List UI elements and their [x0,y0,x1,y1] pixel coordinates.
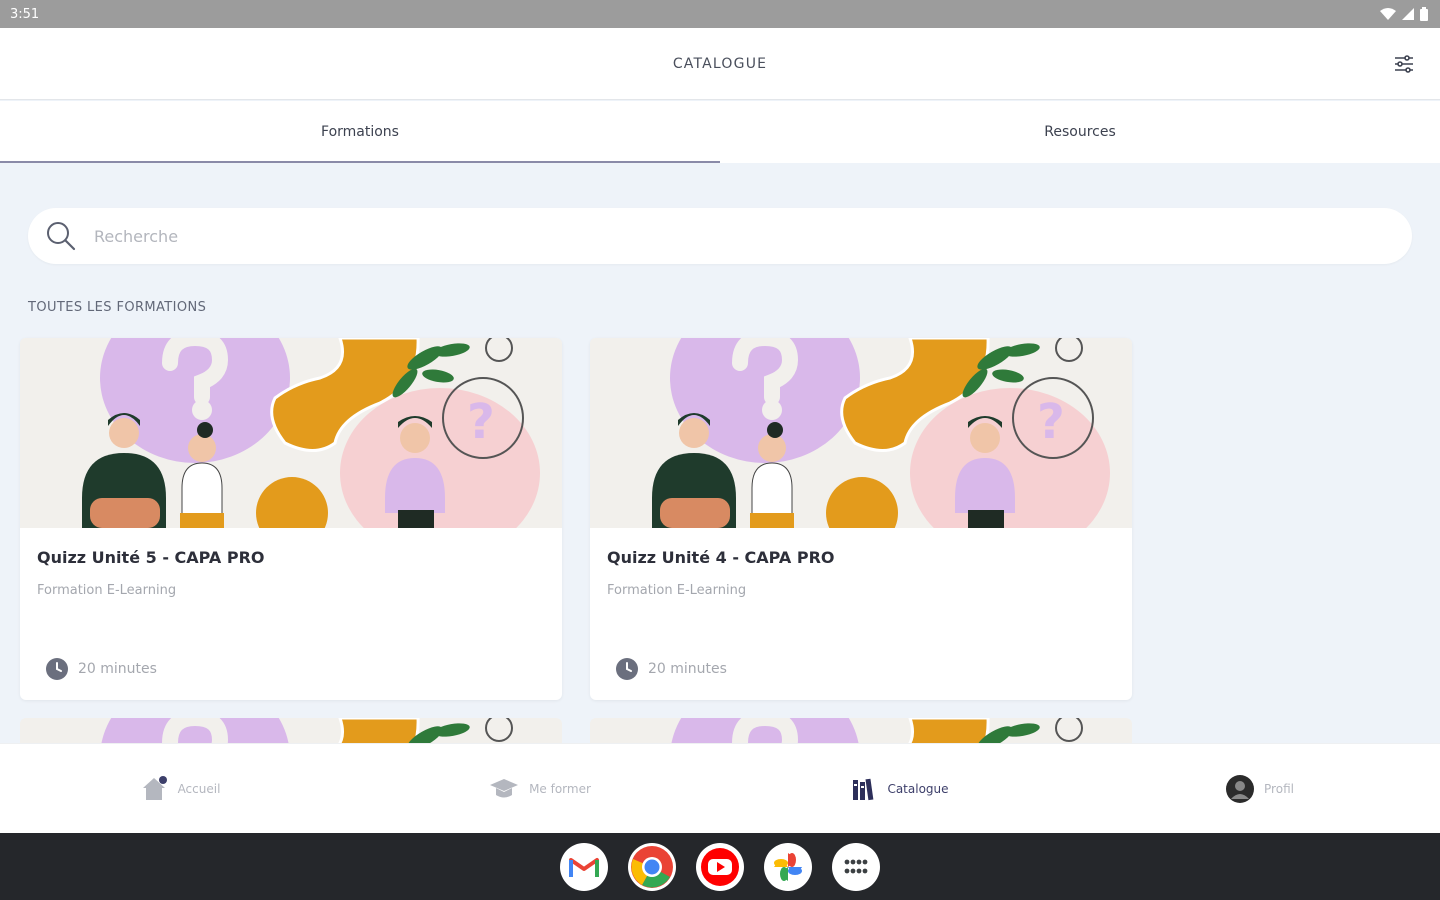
card-illustration [590,338,1132,528]
search-input[interactable] [94,226,1294,246]
wifi-icon [1380,8,1396,20]
nav-item-me-former[interactable]: Me former [360,744,720,834]
tab-formations[interactable]: Formations [0,101,720,163]
system-dock [0,833,1440,900]
duration-text: 20 minutes [78,661,157,677]
bottom-navigation: Accueil Me former Catalogue Profil [0,743,1440,833]
app-grid-icon [844,859,868,873]
duration-text: 20 minutes [648,661,727,677]
photos-icon [774,852,802,881]
app-header: CATALOGUE [0,28,1440,100]
tab-bar: Formations Resources [0,101,1440,163]
nav-label: Me former [529,782,591,796]
nav-item-profil[interactable]: Profil [1080,744,1440,834]
filter-button[interactable] [1392,52,1416,76]
home-icon [142,776,167,800]
signal-icon [1402,8,1414,20]
dock-gmail[interactable] [560,842,608,891]
library-icon [853,778,874,801]
card-subtitle: Formation E-Learning [607,583,747,598]
section-title: TOUTES LES FORMATIONS [28,300,207,315]
nav-label: Accueil [177,782,221,796]
card-title: Quizz Unité 4 - CAPA PRO [607,548,835,567]
search-bar [28,208,1412,264]
card-illustration [20,338,562,528]
status-bar: 3:51 [0,0,1440,28]
search-icon [47,222,76,251]
clock-icon [616,658,638,680]
dock-chrome[interactable] [628,842,676,891]
gmail-icon [569,857,599,877]
course-card[interactable]: Quizz Unité 5 - CAPA PRO Formation E-Lea… [20,338,562,700]
status-icons [1380,7,1428,21]
nav-label: Catalogue [887,782,949,796]
graduation-cap-icon [490,779,519,798]
tab-label: Formations [321,124,399,140]
page-title: CATALOGUE [672,55,768,72]
clock-icon [46,658,68,680]
tab-resources[interactable]: Resources [720,101,1440,163]
status-time: 3:51 [10,6,40,22]
sliders-icon [1395,55,1413,73]
battery-icon [1420,7,1428,21]
nav-item-catalogue[interactable]: Catalogue [720,744,1080,834]
youtube-icon [701,847,739,886]
dock-photos[interactable] [764,842,812,891]
tab-label: Resources [1044,124,1116,140]
chrome-icon [631,845,673,888]
dock-youtube[interactable] [696,842,744,891]
card-subtitle: Formation E-Learning [37,583,177,598]
nav-item-accueil[interactable]: Accueil [0,744,360,834]
avatar-icon [1226,775,1255,803]
card-duration: 20 minutes [46,658,157,680]
card-title: Quizz Unité 5 - CAPA PRO [37,548,265,567]
dock-app-drawer[interactable] [832,842,880,891]
nav-label: Profil [1264,782,1294,796]
card-duration: 20 minutes [616,658,727,680]
course-card[interactable]: Quizz Unité 4 - CAPA PRO Formation E-Lea… [590,338,1132,700]
